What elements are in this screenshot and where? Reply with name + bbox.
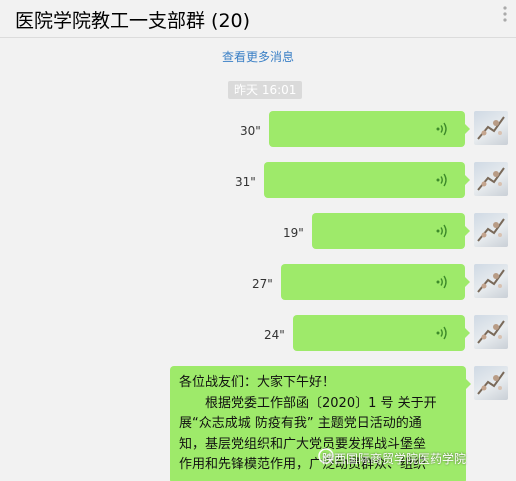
message-line: 根据党委工作部函〔2020〕1 号 关于开 [179,395,437,411]
avatar[interactable] [474,162,508,196]
voice-duration: 19" [283,226,304,240]
voice-message-bubble[interactable] [293,315,470,351]
more-dots-icon[interactable] [496,4,514,30]
voice-message-bubble[interactable] [269,111,470,147]
voice-wave-icon [435,172,449,188]
voice-duration: 30" [240,124,261,138]
voice-wave-icon [435,121,449,137]
avatar[interactable] [474,111,508,145]
message-line: 各位战友们：大家下午好！ [179,375,336,390]
voice-wave-icon [435,325,449,341]
avatar[interactable] [474,264,508,298]
voice-message-bubble[interactable] [281,264,470,300]
voice-message-bubble[interactable] [264,162,470,198]
chat-title: 医院学院教工一支部群 (20) [15,10,251,32]
voice-duration: 31" [235,175,256,189]
voice-wave-icon [435,274,449,290]
avatar[interactable] [474,366,508,400]
voice-duration: 27" [252,277,273,291]
avatar[interactable] [474,213,508,247]
message-timestamp: 昨天 16:01 [228,81,303,99]
avatar[interactable] [474,315,508,349]
message-line: 展“众志成城 防疫有我” 主题党日活动的通 [179,416,422,431]
watermark: 陕西国际商贸学院医药学院 [322,452,467,466]
voice-duration: 24" [264,328,285,342]
voice-wave-icon [435,223,449,239]
voice-message-bubble[interactable] [312,213,470,249]
chat-header: 医院学院教工一支部群 (20) [0,0,516,38]
load-more-link[interactable]: 查看更多消息 [0,48,516,65]
